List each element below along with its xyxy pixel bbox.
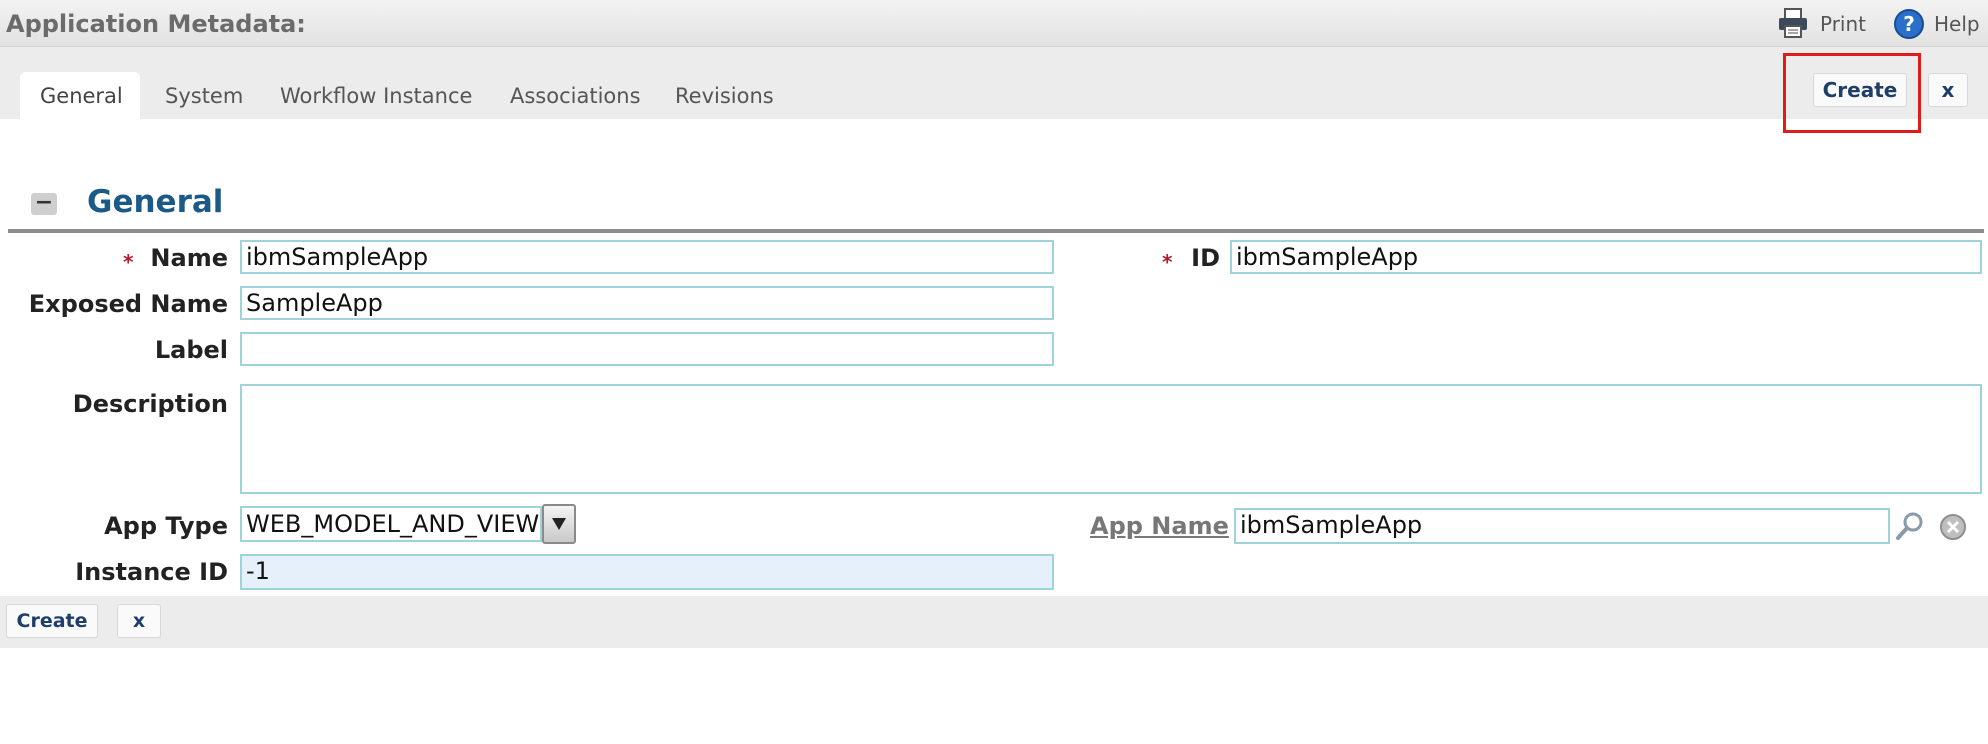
label-label: Label xyxy=(154,336,228,364)
footer-create-button[interactable]: Create xyxy=(6,604,98,638)
app-type-value: WEB_MODEL_AND_VIEW xyxy=(240,506,542,542)
tab-workflow-instance[interactable]: Workflow Instance xyxy=(260,72,492,120)
id-field[interactable]: ibmSampleApp xyxy=(1230,240,1982,274)
app-type-select[interactable]: WEB_MODEL_AND_VIEW xyxy=(240,504,578,546)
printer-icon xyxy=(1776,6,1810,44)
dropdown-arrow-icon[interactable] xyxy=(542,504,576,544)
clear-icon[interactable] xyxy=(1938,512,1968,546)
description-label: Description xyxy=(72,390,228,418)
exposed-name-field[interactable]: SampleApp xyxy=(240,286,1054,320)
tab-general[interactable]: General xyxy=(20,72,140,120)
name-label: Name xyxy=(150,244,228,272)
tab-revisions[interactable]: Revisions xyxy=(655,72,794,120)
help-label: Help xyxy=(1934,12,1980,36)
description-field[interactable] xyxy=(240,384,1982,494)
section-divider xyxy=(8,229,1984,233)
create-button[interactable]: Create xyxy=(1813,73,1907,107)
tab-system[interactable]: System xyxy=(145,72,263,120)
collapse-icon[interactable]: − xyxy=(31,192,57,215)
tab-associations[interactable]: Associations xyxy=(490,72,661,120)
print-link[interactable]: Print xyxy=(1772,4,1872,44)
app-name-link[interactable]: App Name xyxy=(1090,512,1229,540)
help-icon: ? xyxy=(1893,8,1925,44)
print-label: Print xyxy=(1820,12,1867,36)
close-button[interactable]: x xyxy=(1928,73,1968,107)
required-marker: * xyxy=(123,250,134,274)
search-icon[interactable] xyxy=(1894,510,1926,546)
instance-id-field: -1 xyxy=(240,554,1054,590)
page-title: Application Metadata: xyxy=(6,10,306,38)
app-name-field[interactable]: ibmSampleApp xyxy=(1234,508,1890,544)
svg-text:?: ? xyxy=(1903,12,1915,36)
name-field[interactable]: ibmSampleApp xyxy=(240,240,1054,274)
help-link[interactable]: ? Help xyxy=(1890,4,1985,44)
footer-close-button[interactable]: x xyxy=(117,604,161,638)
instance-id-label: Instance ID xyxy=(75,558,228,586)
required-marker: * xyxy=(1162,250,1173,274)
label-field[interactable] xyxy=(240,332,1054,366)
footer-bar xyxy=(0,596,1988,648)
id-label: ID xyxy=(1191,244,1220,272)
exposed-name-label: Exposed Name xyxy=(28,290,228,318)
app-type-label: App Type xyxy=(104,512,228,540)
section-title: General xyxy=(87,184,224,220)
